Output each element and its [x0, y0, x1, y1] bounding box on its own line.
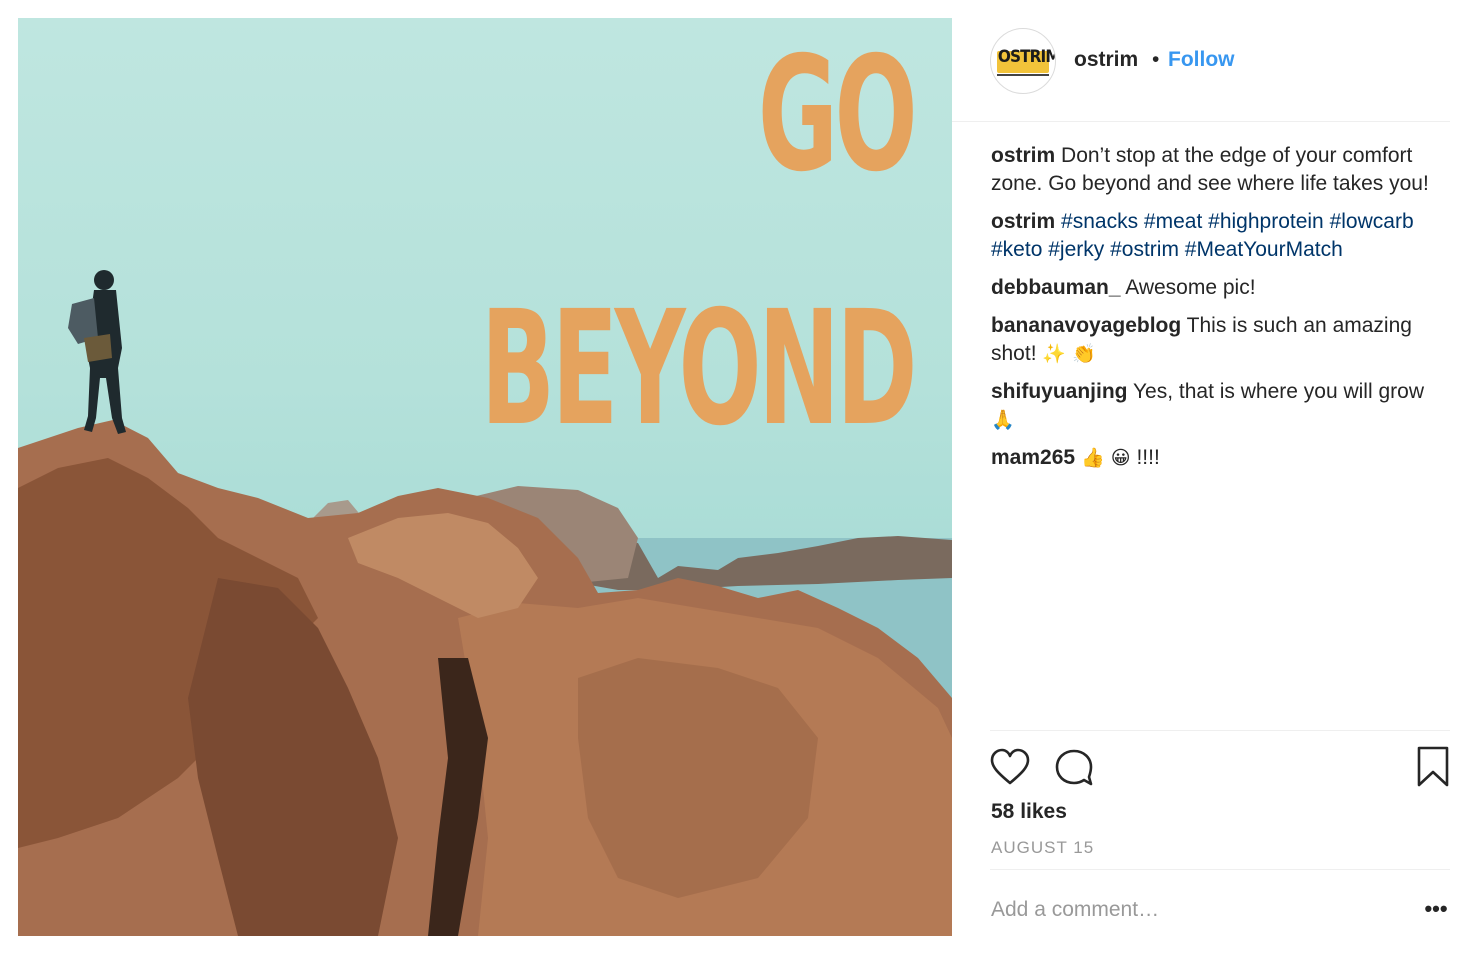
hashtag-link[interactable]: #snacks — [1061, 210, 1138, 233]
comment-username[interactable]: ostrim — [991, 144, 1055, 167]
sparkles-clap-emoji-icon: ✨ 👏 — [1042, 343, 1096, 365]
comment-username[interactable]: bananavoyageblog — [991, 314, 1181, 337]
header-separator: • — [1152, 48, 1160, 71]
hashtag-link[interactable]: #meat — [1144, 210, 1202, 233]
bookmark-outline-icon — [1417, 746, 1449, 787]
divider — [990, 869, 1450, 870]
header-username[interactable]: ostrim — [1074, 48, 1138, 72]
hashtag-link[interactable]: #lowcarb — [1330, 210, 1414, 233]
overlay-text-go: GO — [757, 23, 918, 207]
comment-text: Yes, that is where you will grow — [1127, 380, 1424, 403]
avatar-logo-underline — [997, 74, 1049, 76]
comment-username[interactable]: debbauman_ — [991, 276, 1121, 299]
list-item: debbauman_ Awesome pic! — [991, 274, 1441, 302]
hashtag-link[interactable]: #ostrim — [1110, 238, 1179, 261]
divider — [990, 730, 1450, 731]
thumbs-up-grin-emoji-icon: 👍 😀 — [1075, 447, 1131, 469]
heart-outline-icon — [990, 748, 1030, 785]
comment-text: Don’t stop at the edge of your comfort z… — [991, 144, 1429, 195]
comments-list: ostrim Don’t stop at the edge of your co… — [991, 142, 1441, 482]
save-button[interactable] — [1416, 746, 1450, 788]
like-button[interactable] — [990, 748, 1030, 788]
avatar-logo-text: OSTRIM — [997, 47, 1056, 67]
post-side-panel: OSTRIM ostrim • Follow ostrim Don’t stop… — [952, 18, 1466, 936]
list-item: bananavoyageblog This is such an amazing… — [991, 312, 1441, 368]
post-date[interactable]: AUGUST 15 — [991, 838, 1094, 858]
hashtag-link[interactable]: #jerky — [1048, 238, 1104, 261]
overlay-text-beyond: BEYOND — [480, 277, 918, 461]
comment-bubble-icon — [1055, 749, 1093, 786]
comment-text: !!!! — [1130, 446, 1160, 469]
list-item: shifuyuanjing Yes, that is where you wil… — [991, 378, 1441, 434]
praying-hands-emoji-icon: 🙏 — [991, 409, 1015, 431]
comment-username[interactable]: mam265 — [991, 446, 1075, 469]
ellipsis-icon: ••• — [1424, 896, 1448, 921]
hashtag-link[interactable]: #MeatYourMatch — [1185, 238, 1343, 261]
list-item: mam265 👍 😀 !!!! — [991, 444, 1441, 472]
caption-comment: ostrim Don’t stop at the edge of your co… — [991, 142, 1441, 198]
hashtags-comment: ostrim #snacks #meat #highprotein #lowca… — [991, 208, 1441, 264]
avatar[interactable]: OSTRIM — [990, 28, 1056, 94]
post-photo[interactable]: GO BEYOND — [18, 18, 952, 936]
comment-username[interactable]: shifuyuanjing — [991, 380, 1128, 403]
likes-count[interactable]: 58 likes — [991, 800, 1067, 824]
comment-button[interactable] — [1054, 748, 1094, 788]
more-options-button[interactable]: ••• — [1422, 898, 1450, 922]
instagram-post: GO BEYOND OSTRIM ostrim • Follow ostrim … — [0, 0, 1484, 954]
hashtag-link[interactable]: #keto — [991, 238, 1042, 261]
follow-button[interactable]: Follow — [1168, 48, 1235, 72]
comment-text: Awesome pic! — [1120, 276, 1256, 299]
post-header: OSTRIM ostrim • Follow — [952, 18, 1450, 122]
hiker-silhouette — [68, 270, 126, 434]
add-comment-input[interactable] — [991, 898, 1391, 922]
hashtag-link[interactable]: #highprotein — [1208, 210, 1324, 233]
comment-username[interactable]: ostrim — [991, 210, 1055, 233]
